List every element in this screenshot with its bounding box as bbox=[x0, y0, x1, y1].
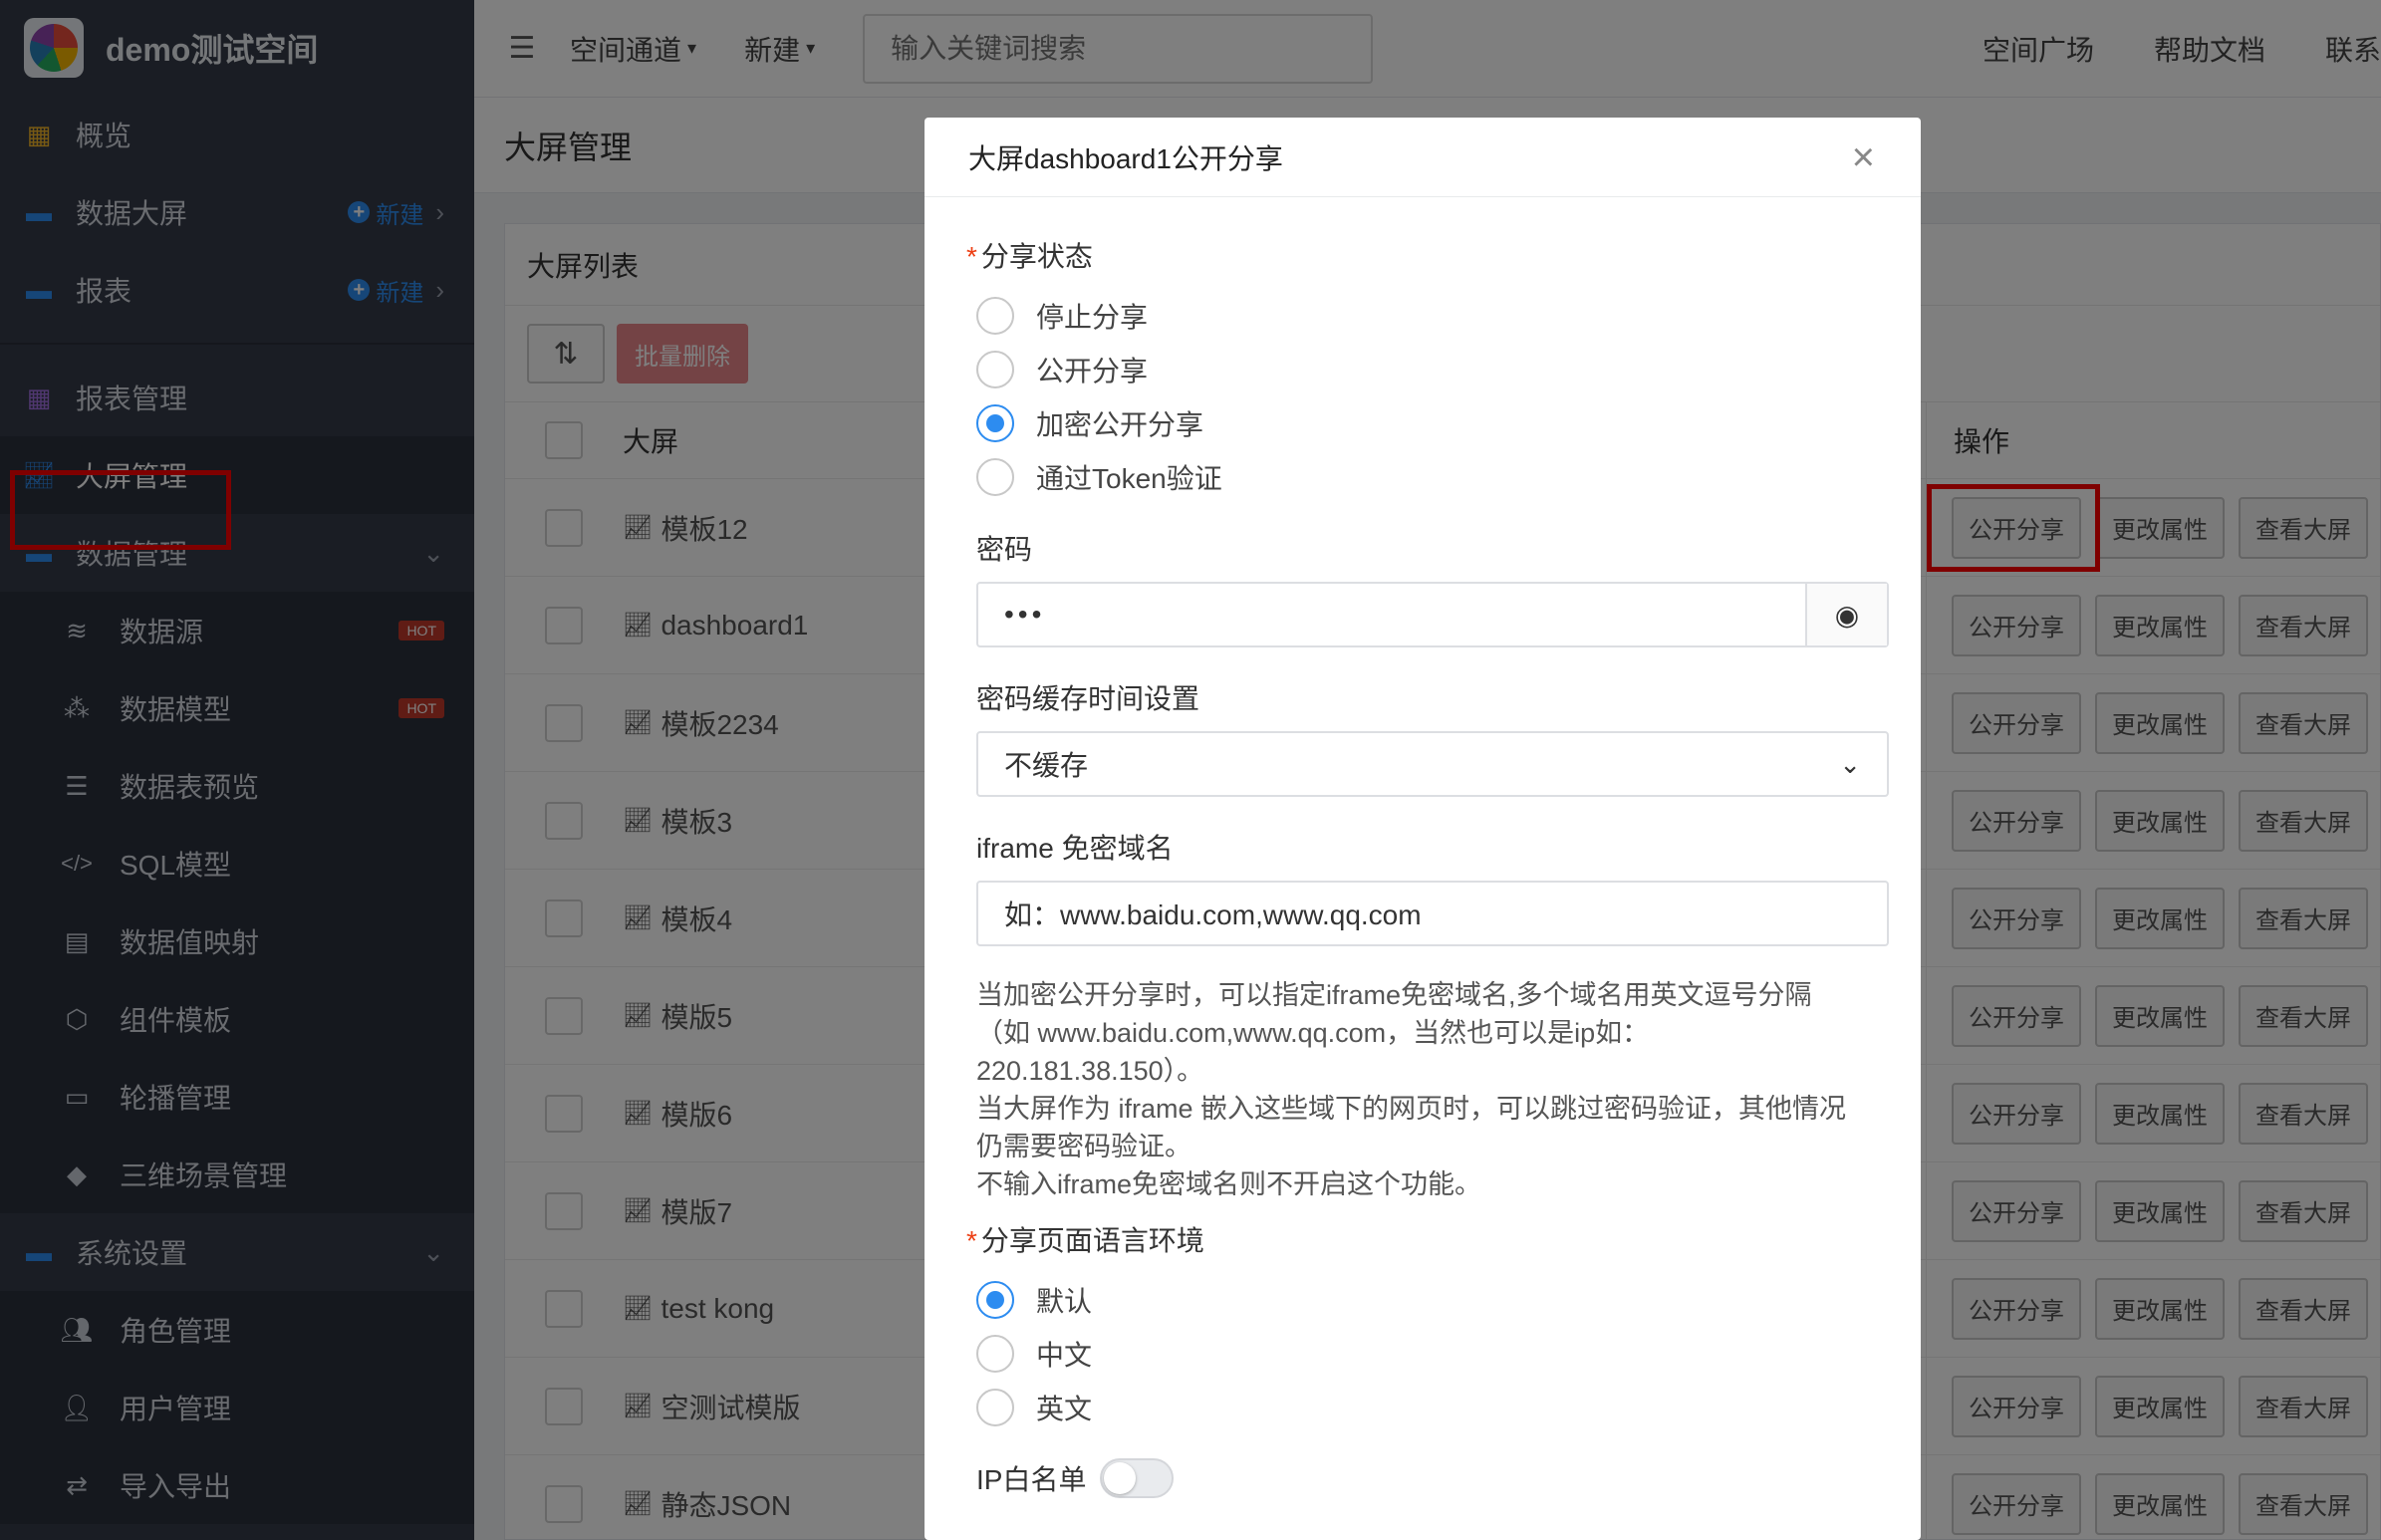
share-status-option[interactable]: 通过Token验证 bbox=[966, 450, 1881, 504]
iframe-domain-placeholder: 如：www.baidu.com,www.qq.com bbox=[1004, 899, 1422, 930]
radio-button[interactable] bbox=[976, 404, 1014, 442]
radio-button[interactable] bbox=[976, 1389, 1014, 1426]
help-line: 当大屏作为 iframe 嵌入这些域下的网页时，可以跳过密码验证，其他情况 bbox=[976, 1094, 1847, 1124]
lang-radio-group: 默认 中文 英文 bbox=[966, 1273, 1881, 1434]
lang-option[interactable]: 英文 bbox=[966, 1381, 1881, 1434]
cache-label: 密码缓存时间设置 bbox=[976, 683, 1200, 714]
help-line: 仍需要密码验证。 bbox=[976, 1132, 1191, 1161]
cache-select[interactable]: 不缓存 ⌄ bbox=[976, 731, 1889, 797]
lang-label: * 分享页面语言环境 bbox=[966, 1225, 1204, 1256]
cache-select-value: 不缓存 bbox=[1004, 750, 1089, 781]
share-status-option[interactable]: 停止分享 bbox=[966, 289, 1881, 343]
share-status-label: * 分享状态 bbox=[966, 241, 1093, 272]
lang-option[interactable]: 默认 bbox=[966, 1273, 1881, 1327]
close-icon[interactable]: × bbox=[1852, 137, 1875, 177]
ip-whitelist-row: IP白名单 bbox=[966, 1458, 1881, 1498]
iframe-help-text: 当加密公开分享时，可以指定iframe免密域名,多个域名用英文逗号分隔 （如 w… bbox=[976, 976, 1881, 1203]
share-status-option[interactable]: 公开分享 bbox=[966, 343, 1881, 396]
share-modal: 大屏dashboard1公开分享 × * 分享状态 停止分享公开分享加密公开分享通… bbox=[925, 118, 1921, 1540]
radio-button[interactable] bbox=[976, 1335, 1014, 1373]
radio-label: 中文 bbox=[1036, 1340, 1093, 1371]
iframe-domain-label: iframe 免密域名 bbox=[976, 833, 1174, 864]
radio-button[interactable] bbox=[976, 351, 1014, 388]
radio-label: 通过Token验证 bbox=[1036, 463, 1222, 494]
chevron-down-icon: ⌄ bbox=[1839, 748, 1861, 779]
radio-label: 公开分享 bbox=[1036, 356, 1149, 386]
radio-button[interactable] bbox=[976, 297, 1014, 335]
modal-header: 大屏dashboard1公开分享 × bbox=[925, 118, 1921, 197]
ip-whitelist-toggle[interactable] bbox=[1100, 1458, 1175, 1498]
share-status-radio-group: 停止分享公开分享加密公开分享 通过Token验证 bbox=[966, 289, 1881, 504]
iframe-domain-input[interactable]: 如：www.baidu.com,www.qq.com bbox=[976, 881, 1889, 946]
radio-label: 加密公开分享 bbox=[1036, 409, 1204, 440]
password-value: ••• bbox=[1004, 599, 1046, 630]
radio-label: 英文 bbox=[1036, 1394, 1093, 1424]
share-status-option[interactable]: 加密公开分享 bbox=[966, 396, 1881, 450]
ip-whitelist-label: IP白名单 bbox=[976, 1464, 1087, 1495]
radio-button[interactable] bbox=[976, 1281, 1014, 1319]
password-label: 密码 bbox=[976, 534, 1033, 565]
help-line: 不输入iframe免密域名则不开启这个功能。 bbox=[976, 1169, 1482, 1199]
modal-body: * 分享状态 停止分享公开分享加密公开分享 通过Token验证 密码 ••• ◉ 密… bbox=[925, 197, 1921, 1498]
help-line: （如 www.baidu.com,www.qq.com，当然也可以是ip如： bbox=[976, 1018, 1650, 1048]
radio-label: 默认 bbox=[1036, 1286, 1093, 1317]
modal-title: 大屏dashboard1公开分享 bbox=[968, 142, 1283, 174]
radio-button[interactable] bbox=[976, 458, 1014, 496]
eye-icon[interactable]: ◉ bbox=[1805, 584, 1887, 645]
help-line: 当加密公开分享时，可以指定iframe免密域名,多个域名用英文逗号分隔 bbox=[976, 980, 1812, 1010]
lang-option[interactable]: 中文 bbox=[966, 1327, 1881, 1381]
password-field[interactable]: ••• ◉ bbox=[976, 582, 1889, 647]
help-line: 220.181.38.150）。 bbox=[976, 1056, 1204, 1086]
radio-label: 停止分享 bbox=[1036, 302, 1149, 333]
